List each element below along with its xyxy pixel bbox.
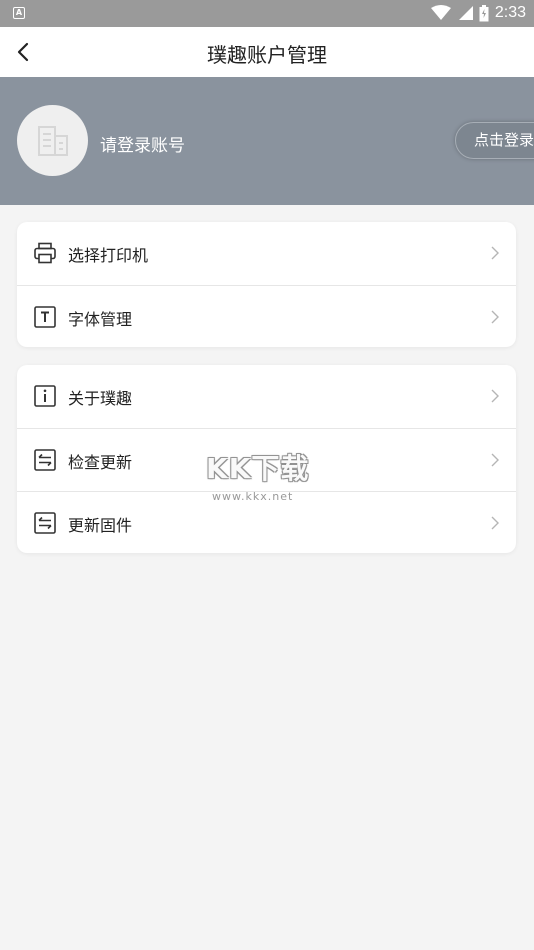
menu-item-label: 检查更新 <box>68 453 133 472</box>
building-icon <box>37 125 68 156</box>
chevron-right-icon <box>491 389 499 403</box>
menu-card-device: 选择打印机 字体管理 <box>17 222 516 347</box>
font-icon <box>34 306 56 328</box>
firmware-update-icon <box>34 512 56 534</box>
menu-item-label: 字体管理 <box>68 310 133 329</box>
status-time: 2:33 <box>494 4 526 21</box>
menu-item-font-management[interactable]: 字体管理 <box>17 285 516 347</box>
profile-header: 请登录账号 点击登录 <box>0 77 534 205</box>
chevron-right-icon <box>491 453 499 467</box>
menu-item-label: 选择打印机 <box>68 246 149 265</box>
status-bar: A 2:33 <box>0 0 534 27</box>
printer-icon <box>34 242 56 264</box>
app-bar: 璞趣账户管理 <box>0 27 534 77</box>
menu-item-select-printer[interactable]: 选择打印机 <box>17 222 516 285</box>
menu-card-about: 关于璞趣 检查更新 更新固件 <box>17 365 516 553</box>
battery-icon <box>479 4 489 21</box>
signal-icon <box>458 6 473 20</box>
avatar[interactable] <box>17 105 88 176</box>
update-icon <box>34 449 56 471</box>
menu-item-update-firmware[interactable]: 更新固件 <box>17 491 516 553</box>
info-icon <box>34 385 56 407</box>
menu-item-label: 更新固件 <box>68 516 133 535</box>
wifi-icon <box>430 5 451 20</box>
notification-icon: A <box>13 7 25 19</box>
page-title: 璞趣账户管理 <box>207 43 327 67</box>
menu-item-about[interactable]: 关于璞趣 <box>17 365 516 428</box>
chevron-right-icon <box>491 246 499 260</box>
chevron-right-icon <box>491 310 499 324</box>
chevron-right-icon <box>491 516 499 530</box>
login-button[interactable]: 点击登录 <box>455 122 534 159</box>
menu-item-check-update[interactable]: 检查更新 <box>17 428 516 491</box>
login-hint: 请登录账号 <box>100 136 185 156</box>
menu-item-label: 关于璞趣 <box>68 389 133 408</box>
